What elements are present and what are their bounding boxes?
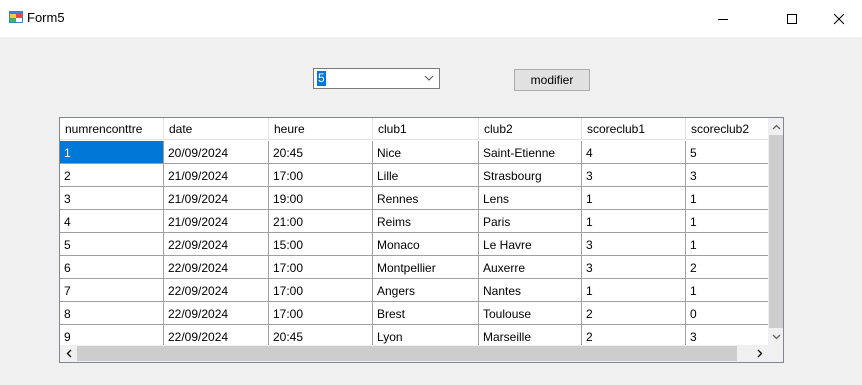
grid-cell[interactable]: 1 [686, 279, 769, 302]
grid-cell[interactable]: 1 [686, 210, 769, 233]
table-row[interactable]: 1 20/09/2024 20:45 Nice Saint-Etienne 4 … [60, 141, 769, 164]
grid-cell[interactable]: 7 [60, 279, 164, 302]
data-grid[interactable]: numrenconttre date heure club1 club2 sco… [59, 117, 784, 363]
grid-header: numrenconttre date heure club1 club2 sco… [60, 118, 769, 141]
column-header-club1[interactable]: club1 [373, 118, 479, 140]
grid-cell[interactable]: 3 [582, 164, 686, 187]
vertical-scrollbar[interactable] [768, 118, 783, 345]
grid-cell[interactable]: Le Havre [479, 233, 582, 256]
modifier-button[interactable]: modifier [514, 69, 590, 91]
column-header-date[interactable]: date [164, 118, 269, 140]
grid-cell[interactable]: Lens [479, 187, 582, 210]
grid-cell[interactable]: 22/09/2024 [164, 233, 269, 256]
grid-cell[interactable]: 3 [60, 187, 164, 210]
grid-cell[interactable]: 17:00 [269, 279, 373, 302]
grid-cell[interactable]: Brest [373, 302, 479, 325]
grid-cell[interactable]: 6 [60, 256, 164, 279]
horizontal-scrollbar[interactable] [60, 345, 768, 362]
grid-cell[interactable]: 1 [60, 141, 164, 164]
form-icon [9, 11, 23, 23]
scrollbar-corner [768, 345, 783, 362]
scroll-down-button[interactable] [768, 328, 783, 345]
grid-cell[interactable]: 4 [582, 141, 686, 164]
grid-cell[interactable]: 1 [582, 210, 686, 233]
minimize-icon [718, 18, 728, 20]
minimize-button[interactable] [700, 0, 746, 37]
table-row[interactable]: 2 21/09/2024 17:00 Lille Strasbourg 3 3 [60, 164, 769, 187]
grid-cell[interactable]: Montpellier [373, 256, 479, 279]
grid-cell[interactable]: 17:00 [269, 164, 373, 187]
grid-cell[interactable]: Toulouse [479, 302, 582, 325]
title-bar: Form5 [0, 0, 862, 37]
close-icon [833, 13, 845, 24]
match-combobox[interactable]: 5 [313, 68, 440, 89]
grid-cell[interactable]: Nice [373, 141, 479, 164]
chevron-down-icon [772, 334, 781, 339]
combo-selected-value: 5 [317, 71, 326, 86]
grid-cell[interactable]: 1 [686, 233, 769, 256]
grid-cell[interactable]: 2 [60, 164, 164, 187]
grid-cell[interactable]: 1 [582, 187, 686, 210]
scroll-right-button[interactable] [751, 345, 768, 362]
chevron-right-icon [757, 349, 762, 358]
scroll-left-button[interactable] [60, 345, 77, 362]
table-row[interactable]: 5 22/09/2024 15:00 Monaco Le Havre 3 1 [60, 233, 769, 256]
grid-cell[interactable]: Strasbourg [479, 164, 582, 187]
column-header-scoreclub1[interactable]: scoreclub1 [582, 118, 686, 140]
close-button[interactable] [816, 0, 862, 37]
grid-cell[interactable]: Paris [479, 210, 582, 233]
grid-cell[interactable]: 20:45 [269, 141, 373, 164]
table-row[interactable]: 7 22/09/2024 17:00 Angers Nantes 1 1 [60, 279, 769, 302]
vertical-scroll-thumb[interactable] [769, 135, 783, 328]
grid-cell[interactable]: 2 [686, 256, 769, 279]
grid-cell[interactable]: Angers [373, 279, 479, 302]
grid-cell[interactable]: Saint-Etienne [479, 141, 582, 164]
scroll-up-button[interactable] [768, 118, 783, 135]
grid-cell[interactable]: 21/09/2024 [164, 187, 269, 210]
chevron-left-icon [66, 349, 71, 358]
grid-cell[interactable]: 1 [582, 279, 686, 302]
grid-cell[interactable]: 17:00 [269, 302, 373, 325]
grid-cell[interactable]: 21/09/2024 [164, 164, 269, 187]
column-header-club2[interactable]: club2 [479, 118, 582, 140]
grid-cell[interactable]: 1 [686, 187, 769, 210]
grid-cell[interactable]: 19:00 [269, 187, 373, 210]
grid-cell[interactable]: Auxerre [479, 256, 582, 279]
grid-cell[interactable]: 22/09/2024 [164, 302, 269, 325]
grid-cell[interactable]: 0 [686, 302, 769, 325]
table-row[interactable]: 4 21/09/2024 21:00 Reims Paris 1 1 [60, 210, 769, 233]
grid-cell[interactable]: Monaco [373, 233, 479, 256]
table-row[interactable]: 3 21/09/2024 19:00 Rennes Lens 1 1 [60, 187, 769, 210]
grid-cell[interactable]: Rennes [373, 187, 479, 210]
grid-cell[interactable]: 5 [60, 233, 164, 256]
grid-cell[interactable]: 3 [582, 233, 686, 256]
grid-cell[interactable]: 22/09/2024 [164, 279, 269, 302]
horizontal-scroll-thumb[interactable] [77, 346, 737, 361]
window-title: Form5 [27, 10, 65, 25]
table-row[interactable]: 8 22/09/2024 17:00 Brest Toulouse 2 0 [60, 302, 769, 325]
grid-cell[interactable]: 4 [60, 210, 164, 233]
grid-cell[interactable]: 17:00 [269, 256, 373, 279]
grid-cell[interactable]: 22/09/2024 [164, 256, 269, 279]
column-header-heure[interactable]: heure [269, 118, 373, 140]
column-header-scoreclub2[interactable]: scoreclub2 [686, 118, 769, 140]
grid-cell[interactable]: 21/09/2024 [164, 210, 269, 233]
maximize-icon [787, 13, 797, 24]
grid-cell[interactable]: 8 [60, 302, 164, 325]
grid-cell[interactable]: Nantes [479, 279, 582, 302]
grid-cell[interactable]: 15:00 [269, 233, 373, 256]
grid-cell[interactable]: 3 [582, 256, 686, 279]
column-header-numrenconttre[interactable]: numrenconttre [60, 118, 164, 140]
grid-cell[interactable]: 5 [686, 141, 769, 164]
grid-cell[interactable]: 3 [686, 164, 769, 187]
chevron-up-icon [772, 124, 781, 129]
grid-cell[interactable]: Reims [373, 210, 479, 233]
grid-cell[interactable]: 2 [582, 302, 686, 325]
maximize-button[interactable] [769, 0, 815, 37]
grid-cell[interactable]: 20/09/2024 [164, 141, 269, 164]
chevron-down-icon[interactable] [424, 74, 434, 82]
grid-cell[interactable]: 21:00 [269, 210, 373, 233]
table-row[interactable]: 6 22/09/2024 17:00 Montpellier Auxerre 3… [60, 256, 769, 279]
grid-cell[interactable]: Lille [373, 164, 479, 187]
